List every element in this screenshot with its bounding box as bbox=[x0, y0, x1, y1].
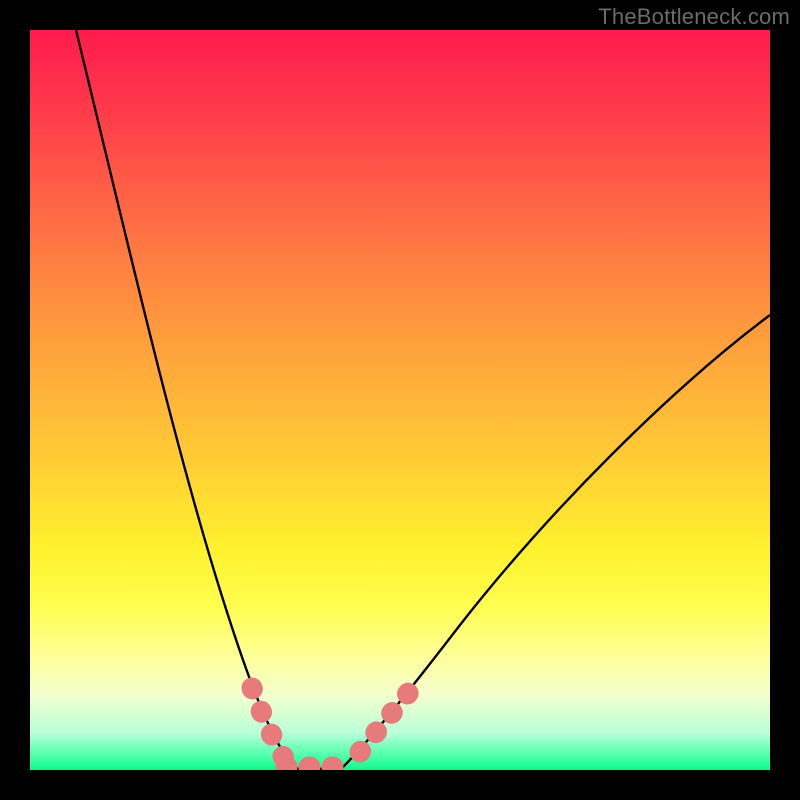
plot-area bbox=[30, 30, 770, 770]
curve-left-descent bbox=[76, 30, 288, 768]
highlight-right bbox=[360, 686, 414, 752]
chart-frame: TheBottleneck.com bbox=[0, 0, 800, 800]
curve-svg bbox=[30, 30, 770, 770]
watermark-text: TheBottleneck.com bbox=[598, 4, 790, 30]
